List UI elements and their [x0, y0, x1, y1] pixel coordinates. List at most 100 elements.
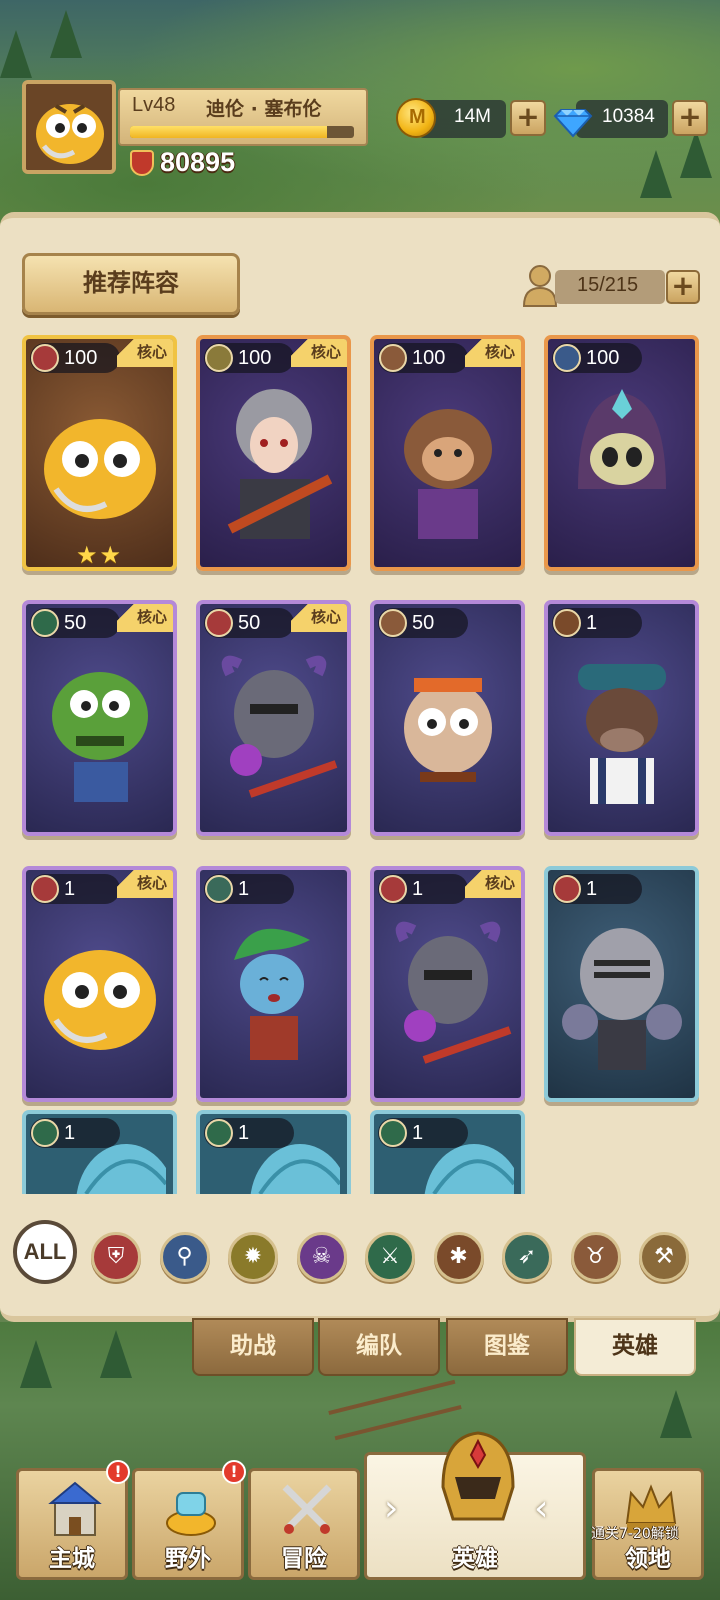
nav-wild-button[interactable]: 野外: [132, 1468, 244, 1580]
hero-card[interactable]: 1 核心: [22, 866, 177, 1102]
diamond-icon: [553, 109, 593, 138]
shield-icon: ⛨: [107, 1244, 125, 1269]
bull-icon: [379, 344, 407, 372]
bow-icon: [205, 875, 233, 903]
gem-value: 10384: [602, 106, 655, 127]
sun-emblem-icon: ✹: [243, 1244, 263, 1269]
filter-bull-button[interactable]: ♉: [570, 1232, 621, 1282]
territory-unlock-text: 通关7-20解锁: [591, 1526, 679, 1542]
core-tag: 核心: [465, 339, 521, 367]
bull-icon: ♉: [585, 1244, 606, 1269]
tab-support[interactable]: 助战: [192, 1318, 314, 1376]
coin-value: 14M: [454, 106, 491, 127]
hero-card[interactable]: 100 核心: [196, 335, 351, 571]
hero-portrait: [44, 419, 156, 519]
tab-formation[interactable]: 编队: [318, 1318, 440, 1376]
hero-portrait: [221, 655, 338, 798]
hero-portrait: [562, 928, 682, 1070]
filter-crossed-swords-button[interactable]: ⚔: [365, 1232, 415, 1282]
nav-city-button[interactable]: 主城: [16, 1468, 128, 1580]
core-tag: 核心: [117, 870, 173, 898]
filter-skull-button[interactable]: ☠: [296, 1232, 347, 1282]
bow-icon: ➶: [517, 1244, 537, 1269]
core-tag: 核心: [117, 604, 173, 632]
exp-bar-fill: [130, 126, 328, 138]
nav-hero-label: 英雄: [452, 1546, 498, 1572]
crossed-swords-icon: ⚔: [380, 1244, 400, 1269]
hero-portrait: [234, 928, 310, 1060]
hero-portrait: [227, 389, 333, 539]
shield-icon: [31, 875, 59, 903]
hero-portrait: [52, 672, 148, 802]
nav-wild-label: 野外: [165, 1546, 211, 1572]
power-shield-icon: [130, 150, 154, 176]
filter-bow-button[interactable]: ➶: [502, 1232, 552, 1282]
hero-helmet-icon: [441, 1431, 515, 1521]
crossed-swords-icon: [31, 609, 59, 637]
hero-card[interactable]: 100: [544, 335, 699, 571]
hero-card[interactable]: 1: [370, 1110, 525, 1194]
shield-icon: [205, 609, 233, 637]
axe-icon: [205, 344, 233, 372]
filter-hammer-button[interactable]: ⚒: [639, 1232, 689, 1282]
hero-card[interactable]: 50 核心: [196, 600, 351, 836]
core-tag: 核心: [117, 339, 173, 367]
shield-icon: [553, 875, 581, 903]
nav-adventure-button[interactable]: 冒险: [248, 1468, 360, 1580]
skull-icon: ☠: [311, 1244, 332, 1269]
exp-bar: [130, 126, 354, 138]
hero-card[interactable]: 1: [22, 1110, 177, 1194]
tree-decoration: [50, 10, 82, 58]
add-coins-button[interactable]: +: [510, 100, 546, 136]
tree-decoration: [100, 1330, 132, 1378]
paw-icon: [553, 609, 581, 637]
filter-paw-button[interactable]: ✱: [433, 1232, 484, 1282]
core-tag: 核心: [291, 339, 347, 367]
tree-decoration: [0, 30, 32, 78]
hero-card[interactable]: 1: [544, 600, 699, 836]
hero-card[interactable]: 1 核心: [370, 866, 525, 1102]
tree-decoration: [680, 130, 712, 178]
arrow-right-icon: ›: [384, 1488, 399, 1529]
treasure-icon: [166, 1492, 216, 1536]
shield-icon: [31, 344, 59, 372]
hero-portrait: [44, 950, 156, 1050]
hero-card[interactable]: 100 核心 ★★: [22, 335, 177, 571]
crossed-swords-icon: [379, 1119, 407, 1147]
wild-alert-badge: !: [222, 1460, 246, 1484]
hero-portrait: [578, 389, 666, 489]
filter-sun-emblem-button[interactable]: ✹: [228, 1232, 278, 1282]
nav-city-label: 主城: [49, 1546, 95, 1572]
expand-capacity-button[interactable]: +: [666, 270, 700, 304]
recommended-lineup-button[interactable]: 推荐阵容: [22, 253, 240, 315]
filter-shield-button[interactable]: ⛨: [91, 1232, 141, 1282]
arrow-left-icon: ‹: [534, 1488, 549, 1529]
hero-portrait: [404, 409, 492, 539]
hero-card[interactable]: 100 核心: [370, 335, 525, 571]
tree-decoration: [20, 1340, 52, 1388]
hero-card[interactable]: 1: [196, 1110, 351, 1194]
tab-heroes[interactable]: 英雄: [574, 1318, 696, 1376]
paw-icon: ✱: [449, 1244, 468, 1269]
filter-all-button[interactable]: ALL: [13, 1220, 77, 1284]
user-icon: [522, 265, 558, 307]
city-alert-badge: !: [106, 1460, 130, 1484]
bull-icon: [379, 609, 407, 637]
hero-card[interactable]: 1: [544, 866, 699, 1102]
hammer-icon: ⚒: [654, 1244, 674, 1269]
hero-card[interactable]: 50: [370, 600, 525, 836]
power-value: 80895: [160, 147, 236, 177]
player-level: Lv48: [132, 94, 176, 116]
player-avatar[interactable]: [22, 80, 116, 174]
hero-card[interactable]: 50 核心: [22, 600, 177, 836]
nav-territory-label: 领地: [625, 1546, 671, 1572]
tab-codex[interactable]: 图鉴: [446, 1318, 568, 1376]
hero-portrait: [578, 664, 666, 804]
hero-card[interactable]: 1: [196, 866, 351, 1102]
player-info-panel: Lv48 迪伦 · 塞布伦: [118, 88, 368, 146]
filter-staff-button[interactable]: ⚲: [159, 1232, 210, 1282]
star-rating: ★★: [76, 541, 124, 569]
add-gems-button[interactable]: +: [672, 100, 708, 136]
hero-portrait: [404, 678, 492, 782]
tree-decoration: [660, 1390, 692, 1438]
